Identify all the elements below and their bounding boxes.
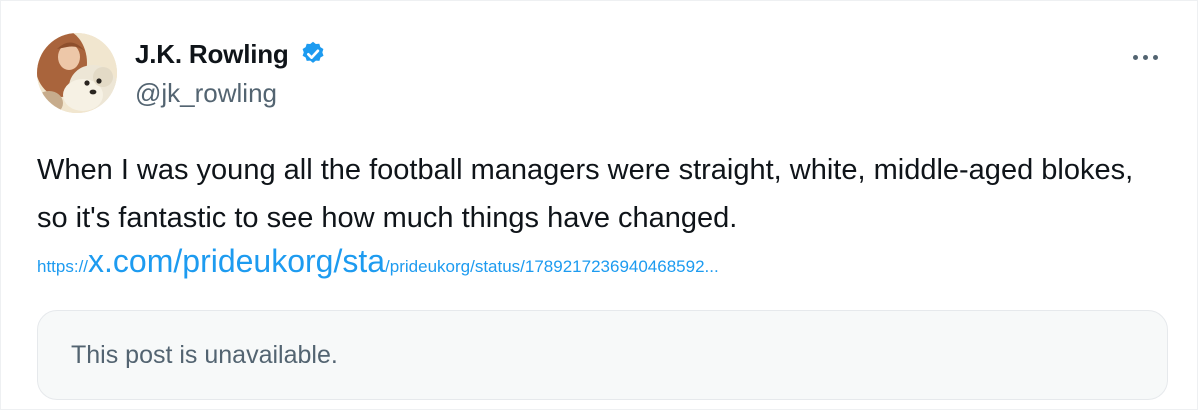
quoted-post-unavailable: This post is unavailable. [37,310,1168,400]
author-avatar[interactable] [37,33,117,113]
verified-badge-icon[interactable] [299,40,327,68]
link-main: x.com/prideukorg/sta [88,243,386,279]
link-suffix: /prideukorg/status/1789217236940468592 [385,257,705,276]
tweet-text: When I was young all the football manage… [37,154,1134,234]
more-horizontal-icon [1132,54,1158,60]
tweet-card[interactable]: J.K. Rowling @jk_rowling When I was youn… [0,0,1198,410]
more-options-button[interactable] [1125,37,1165,77]
tweet-link[interactable]: https://x.com/prideukorg/sta/prideukorg/… [37,243,719,283]
unavailable-message: This post is unavailable. [71,341,338,369]
author-handle[interactable]: @jk_rowling [135,74,277,112]
author-display-name[interactable]: J.K. Rowling [135,34,289,74]
link-prefix: https:// [37,257,89,276]
author-name-row: J.K. Rowling [135,34,327,74]
avatar-photo [37,33,117,113]
link-ellipsis: ... [704,257,719,276]
